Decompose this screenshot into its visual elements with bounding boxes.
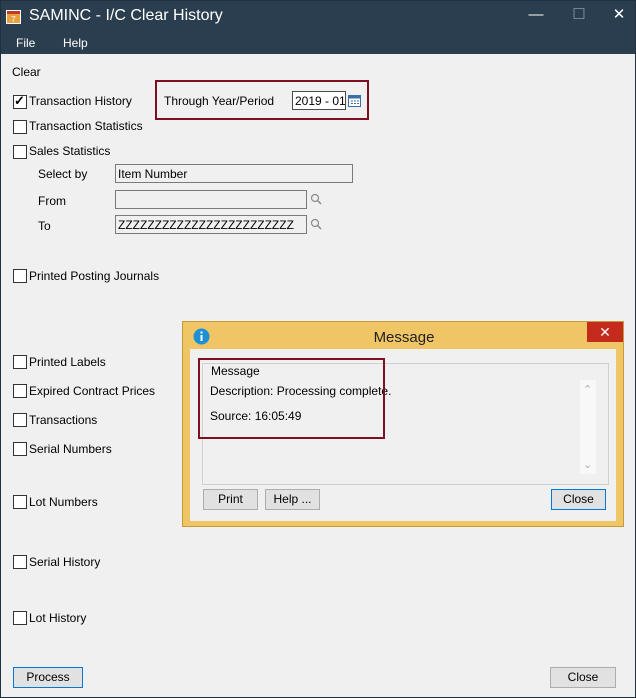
from-finder-icon[interactable] <box>310 193 322 205</box>
process-button[interactable]: Process <box>13 667 83 688</box>
from-label: From <box>38 194 66 208</box>
serial-history-label: Serial History <box>29 555 101 569</box>
printed-posting-journals-label: Printed Posting Journals <box>29 269 160 283</box>
calendar-icon[interactable] <box>348 94 361 107</box>
menu-help[interactable]: Help <box>63 36 88 50</box>
to-label: To <box>38 219 51 233</box>
clear-heading: Clear <box>12 65 41 79</box>
printed-posting-journals-checkbox[interactable] <box>13 269 27 283</box>
lot-history-label: Lot History <box>29 611 87 625</box>
serial-history-checkbox[interactable] <box>13 555 27 569</box>
serial-numbers-label: Serial Numbers <box>29 442 112 456</box>
message-dialog: Message Message Description: Processing … <box>182 321 624 527</box>
highlight-message <box>198 358 385 439</box>
lot-history-checkbox[interactable] <box>13 611 27 625</box>
title-bar: 7 SAMINC - I/C Clear History — ☐ ✕ <box>1 1 635 32</box>
app-calendar-icon: 7 <box>6 10 21 24</box>
help-button[interactable]: Help ... <box>265 489 320 510</box>
dialog-body: Message Description: Processing complete… <box>190 349 616 521</box>
close-button[interactable]: Close <box>550 667 616 688</box>
transaction-history-label: Transaction History <box>29 94 132 108</box>
minimize-button[interactable]: — <box>523 5 549 25</box>
printed-labels-label: Printed Labels <box>29 355 106 369</box>
dialog-close-icon[interactable]: ✕ <box>587 322 623 342</box>
svg-text:7: 7 <box>11 15 16 24</box>
scroll-up-icon[interactable]: ⌃ <box>583 383 592 396</box>
sales-statistics-checkbox[interactable] <box>13 145 27 159</box>
printed-labels-checkbox[interactable] <box>13 355 27 369</box>
select-by-field[interactable]: Item Number <box>115 164 353 183</box>
serial-numbers-checkbox[interactable] <box>13 442 27 456</box>
select-by-label: Select by <box>38 167 88 181</box>
window-title: SAMINC - I/C Clear History <box>29 7 223 24</box>
to-field[interactable]: ZZZZZZZZZZZZZZZZZZZZZZZZ <box>115 215 307 234</box>
sales-statistics-label: Sales Statistics <box>29 144 111 158</box>
through-year-period-label: Through Year/Period <box>164 94 275 108</box>
scroll-down-icon[interactable]: ⌄ <box>583 458 592 471</box>
menu-bar: File Help <box>1 32 635 54</box>
message-scrollbar[interactable]: ⌃ ⌄ <box>580 380 596 474</box>
transaction-statistics-checkbox[interactable] <box>13 120 27 134</box>
dialog-close-button[interactable]: Close <box>551 489 606 510</box>
through-year-period-field[interactable]: 2019 - 01 <box>292 91 346 110</box>
transaction-statistics-label: Transaction Statistics <box>29 119 143 133</box>
expired-contract-prices-label: Expired Contract Prices <box>29 384 156 398</box>
expired-contract-prices-checkbox[interactable] <box>13 384 27 398</box>
transactions-checkbox[interactable] <box>13 413 27 427</box>
lot-numbers-checkbox[interactable] <box>13 495 27 509</box>
maximize-button[interactable]: ☐ <box>566 5 592 25</box>
transaction-history-checkbox[interactable] <box>13 93 27 109</box>
lot-numbers-label: Lot Numbers <box>29 495 98 509</box>
transactions-label: Transactions <box>29 413 98 427</box>
close-window-button[interactable]: ✕ <box>606 5 632 25</box>
print-button[interactable]: Print <box>203 489 258 510</box>
from-field[interactable] <box>115 190 307 209</box>
to-finder-icon[interactable] <box>310 218 322 230</box>
menu-file[interactable]: File <box>16 36 35 50</box>
dialog-title: Message <box>373 329 435 346</box>
